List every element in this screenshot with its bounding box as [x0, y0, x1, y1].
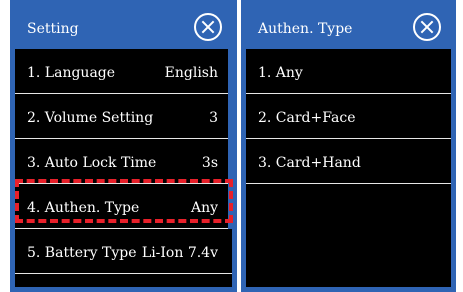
selection-highlight [15, 179, 233, 223]
authen-option-card-hand[interactable]: 3. Card+Hand [246, 139, 451, 184]
authen-type-panel: Authen. Type 1. Any 2. Card+Face 3. Card… [241, 0, 456, 292]
setting-item-value: Li-Ion 7.4v [141, 245, 218, 261]
setting-item-value: English [164, 65, 218, 81]
authen-type-title: Authen. Type [258, 21, 353, 37]
setting-item-volume[interactable]: 2. Volume Setting 3 [15, 94, 232, 139]
setting-item-label: 1. Language [27, 65, 116, 81]
authen-option-label: 2. Card+Face [258, 110, 356, 126]
authen-option-label: 1. Any [258, 65, 303, 81]
setting-panel: Setting 1. Language English 2. Volume Se… [10, 0, 237, 292]
setting-item-auto-lock[interactable]: 3. Auto Lock Time 3s [15, 139, 232, 184]
close-icon[interactable] [194, 13, 222, 41]
close-icon[interactable] [413, 13, 441, 41]
setting-item-label: 2. Volume Setting [27, 110, 154, 126]
setting-list: 1. Language English 2. Volume Setting 3 … [15, 49, 232, 274]
setting-item-value: 3 [209, 110, 218, 126]
authen-option-label: 3. Card+Hand [258, 155, 361, 171]
authen-type-header: Authen. Type [246, 5, 451, 49]
authen-type-list: 1. Any 2. Card+Face 3. Card+Hand [246, 49, 451, 184]
authen-option-card-face[interactable]: 2. Card+Face [246, 94, 451, 139]
authen-option-any[interactable]: 1. Any [246, 49, 451, 94]
setting-item-language[interactable]: 1. Language English [15, 49, 232, 94]
setting-header: Setting [15, 5, 232, 49]
setting-item-battery[interactable]: 5. Battery Type Li-Ion 7.4v [15, 229, 232, 274]
setting-item-value: 3s [201, 155, 218, 171]
setting-title: Setting [27, 21, 79, 37]
setting-item-label: 3. Auto Lock Time [27, 155, 157, 171]
setting-item-label: 5. Battery Type [27, 245, 137, 261]
